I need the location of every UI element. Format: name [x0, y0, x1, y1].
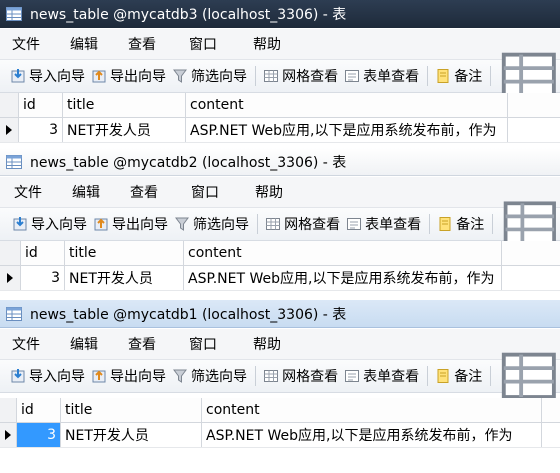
export-wizard-button[interactable]: 导出向导 — [91, 366, 166, 386]
column-header-id[interactable]: id — [19, 93, 63, 117]
menu-window[interactable]: 窗口 — [189, 334, 217, 354]
import-wizard-button[interactable]: 导入向导 — [10, 366, 85, 386]
menu-edit[interactable]: 编辑 — [70, 34, 98, 54]
data-grid[interactable]: id title content 3 NET开发人员 ASP.NET Web应用… — [0, 398, 560, 448]
window-title: news_table @mycatdb2 (localhost_3306) - … — [30, 154, 347, 171]
filter-wizard-button[interactable]: 筛选向导 — [172, 66, 247, 86]
cell-id-selected[interactable]: 3 — [17, 423, 61, 447]
table-window-mycatdb1[interactable]: news_table @mycatdb1 (localhost_3306) - … — [0, 300, 560, 473]
column-header-id[interactable]: id — [21, 241, 65, 265]
form-view-button[interactable]: 表单查看 — [344, 66, 419, 86]
current-row-indicator — [0, 266, 21, 290]
cell-content[interactable]: ASP.NET Web应用,以下是应用系统发布前，作为 — [202, 423, 542, 447]
filter-wizard-button[interactable]: 筛选向导 — [174, 214, 249, 234]
column-header-title[interactable]: title — [63, 93, 186, 117]
grid-icon — [266, 218, 281, 230]
grid-view-button[interactable]: 网格查看 — [265, 214, 340, 234]
export-icon — [92, 370, 106, 383]
column-header-id[interactable]: id — [17, 398, 61, 422]
import-wizard-button[interactable]: 导入向导 — [12, 214, 87, 234]
form-view-button[interactable]: 表单查看 — [344, 366, 419, 386]
menu-view[interactable]: 查看 — [130, 182, 158, 202]
grid-view-button[interactable]: 网格查看 — [263, 366, 338, 386]
table-row[interactable]: 3 NET开发人员 ASP.NET Web应用,以下是应用系统发布前，作为 — [0, 118, 560, 143]
table-icon — [6, 154, 22, 169]
table-row[interactable]: 3 NET开发人员 ASP.NET Web应用,以下是应用系统发布前，作为 — [0, 266, 560, 291]
column-header-content[interactable]: content — [186, 93, 508, 117]
menu-file[interactable]: 文件 — [14, 182, 42, 202]
table-icon — [6, 306, 22, 321]
menu-edit[interactable]: 编辑 — [70, 334, 98, 354]
grid-icon — [264, 70, 279, 82]
window-title-bar[interactable]: news_table @mycatdb1 (localhost_3306) - … — [0, 300, 560, 328]
cell-id[interactable]: 3 — [19, 118, 63, 142]
form-icon — [345, 70, 360, 82]
cell-title[interactable]: NET开发人员 — [63, 118, 186, 142]
grid-view-button[interactable]: 网格查看 — [263, 66, 338, 86]
menu-bar: 文件 编辑 查看 窗口 帮助 — [0, 29, 560, 60]
menu-edit[interactable]: 编辑 — [72, 182, 100, 202]
toolbar: 导入向导 导出向导 筛选向导 网格查看 表单查看 备注 — [0, 201, 560, 247]
funnel-icon — [173, 69, 187, 83]
cell-content[interactable]: ASP.NET Web应用,以下是应用系统发布前，作为 — [184, 266, 502, 290]
cell-id[interactable]: 3 — [21, 266, 65, 290]
table-window-mycatdb2[interactable]: news_table @mycatdb2 (localhost_3306) - … — [0, 148, 560, 300]
grid-header: id title content — [0, 241, 560, 266]
menu-view[interactable]: 查看 — [128, 34, 156, 54]
data-grid[interactable]: id title content 3 NET开发人员 ASP.NET Web应用… — [0, 93, 560, 143]
menu-help[interactable]: 帮助 — [253, 334, 281, 354]
form-icon — [347, 218, 362, 230]
funnel-icon — [175, 217, 189, 231]
import-icon — [11, 69, 25, 83]
import-wizard-button[interactable]: 导入向导 — [10, 66, 85, 86]
filter-wizard-button[interactable]: 筛选向导 — [172, 366, 247, 386]
table-window-mycatdb3[interactable]: news_table @mycatdb3 (localhost_3306) - … — [0, 0, 560, 152]
table-row[interactable]: 3 NET开发人员 ASP.NET Web应用,以下是应用系统发布前，作为 — [0, 423, 560, 448]
funnel-icon — [173, 369, 187, 383]
cell-title[interactable]: NET开发人员 — [65, 266, 184, 290]
column-header-content[interactable]: content — [184, 241, 502, 265]
note-icon — [439, 217, 451, 231]
export-wizard-button[interactable]: 导出向导 — [91, 66, 166, 86]
window-title: news_table @mycatdb1 (localhost_3306) - … — [30, 306, 347, 323]
export-icon — [92, 70, 106, 83]
current-row-indicator — [0, 118, 19, 142]
menu-file[interactable]: 文件 — [12, 34, 40, 54]
toolbar: 导入向导 导出向导 筛选向导 网格查看 表单查看 备注 — [0, 352, 560, 400]
column-header-content[interactable]: content — [202, 398, 542, 422]
note-icon — [437, 369, 449, 383]
form-icon — [345, 370, 360, 382]
menu-file[interactable]: 文件 — [12, 334, 40, 354]
menu-help[interactable]: 帮助 — [253, 34, 281, 54]
column-header-title[interactable]: title — [61, 398, 202, 422]
toolbar: 导入向导 导出向导 筛选向导 网格查看 表单查看 备注 — [0, 52, 560, 100]
export-wizard-button[interactable]: 导出向导 — [93, 214, 168, 234]
column-header-title[interactable]: title — [65, 241, 184, 265]
import-icon — [11, 369, 25, 383]
cell-title[interactable]: NET开发人员 — [61, 423, 202, 447]
data-grid[interactable]: id title content 3 NET开发人员 ASP.NET Web应用… — [0, 241, 560, 291]
cell-content[interactable]: ASP.NET Web应用,以下是应用系统发布前，作为 — [186, 118, 508, 142]
window-title-bar[interactable]: news_table @mycatdb3 (localhost_3306) - … — [0, 0, 560, 28]
table-icon — [6, 7, 22, 21]
import-icon — [13, 217, 27, 231]
current-row-indicator — [0, 423, 17, 447]
grid-header: id title content — [0, 93, 560, 118]
note-icon — [437, 69, 449, 83]
memo-button[interactable]: 备注 — [435, 66, 482, 86]
menu-bar: 文件 编辑 查看 窗口 帮助 — [0, 177, 560, 208]
grid-header: id title content — [0, 398, 560, 423]
menu-window[interactable]: 窗口 — [191, 182, 219, 202]
export-icon — [94, 218, 108, 231]
window-title-bar[interactable]: news_table @mycatdb2 (localhost_3306) - … — [0, 148, 560, 176]
grid-icon — [264, 370, 279, 382]
menu-bar: 文件 编辑 查看 窗口 帮助 — [0, 329, 560, 360]
menu-window[interactable]: 窗口 — [189, 34, 217, 54]
window-title: news_table @mycatdb3 (localhost_3306) - … — [30, 7, 347, 23]
menu-view[interactable]: 查看 — [128, 334, 156, 354]
memo-button[interactable]: 备注 — [435, 366, 482, 386]
form-view-button[interactable]: 表单查看 — [346, 214, 421, 234]
memo-button[interactable]: 备注 — [437, 214, 484, 234]
menu-help[interactable]: 帮助 — [255, 182, 283, 202]
